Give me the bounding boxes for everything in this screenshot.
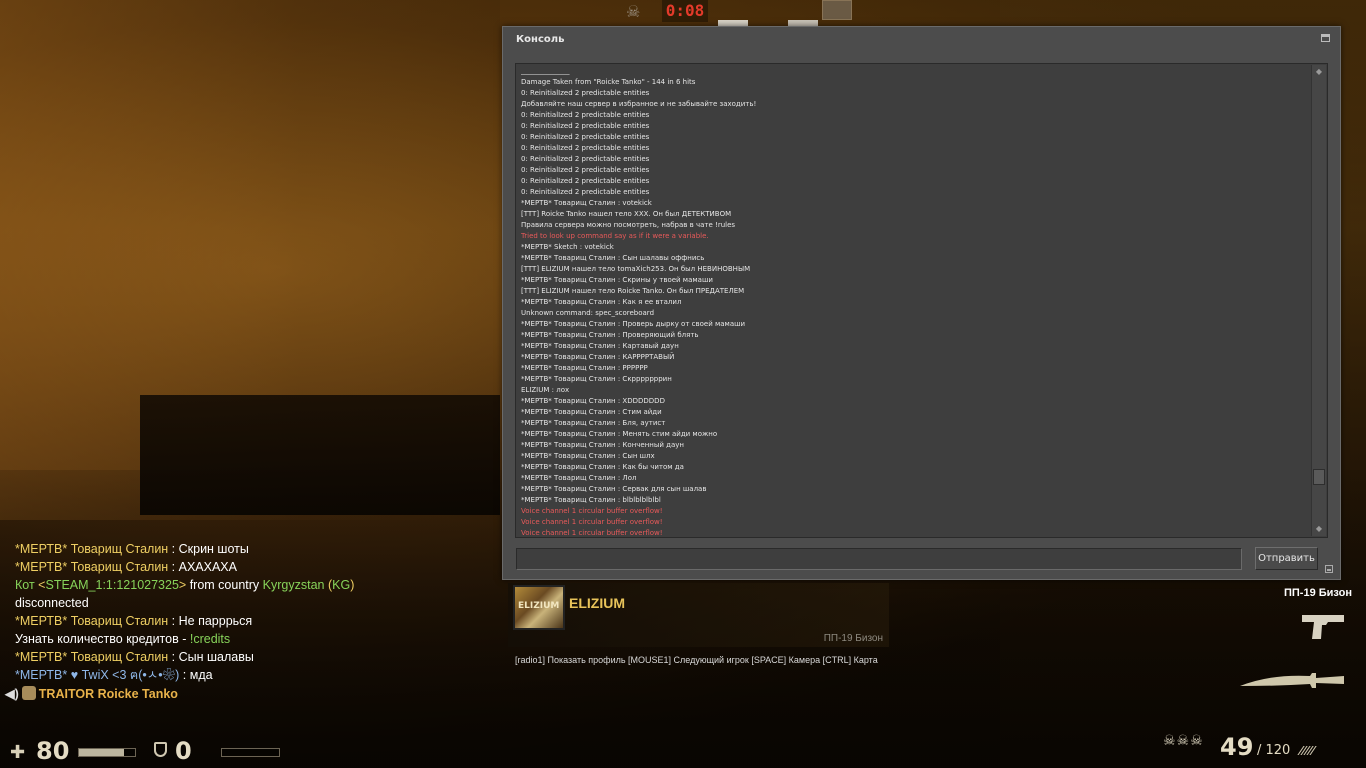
speaker-icon: ◀) <box>5 687 19 701</box>
console-line: ________________ <box>521 67 570 75</box>
kill-skull-icons: ☠☠☠ <box>1163 733 1204 749</box>
health-bar <box>78 748 136 757</box>
armor-bar <box>221 748 280 757</box>
console-line: *МЕРТВ* Товарищ Сталин : Проверь дырку о… <box>521 320 746 328</box>
console-line: *МЕРТВ* Товарищ Сталин : Лол <box>521 474 637 482</box>
voice-speaker-indicator: ◀) TRAITOR Roicke Tanko <box>5 686 178 701</box>
console-line: Voice channel 1 circular buffer overflow… <box>521 529 663 537</box>
console-line: 0: ReinitialIzed 2 predictable entities <box>521 155 650 163</box>
pistol-icon <box>1302 615 1344 639</box>
console-line: *МЕРТВ* Товарищ Сталин : Картавый даун <box>521 342 679 350</box>
console-line: 0: ReinitialIzed 2 predictable entities <box>521 188 650 196</box>
avatar <box>21 686 36 700</box>
chat-message: *МЕРТВ* Товарищ Сталин : Сын шалавы <box>15 650 254 664</box>
console-lines: ________________ Damage Taken from "Roick… <box>521 66 1306 537</box>
spectator-controls-hint: [radio1] Показать профиль [MOUSE1] Следу… <box>515 655 878 665</box>
console-output: ________________ Damage Taken from "Roick… <box>515 63 1328 538</box>
console-line: *МЕРТВ* Товарищ Сталин : Конченный даун <box>521 441 685 449</box>
console-line: *МЕРТВ* Товарищ Сталин : Стим айди <box>521 408 662 416</box>
knife-icon <box>1240 673 1344 688</box>
console-line: *МЕРТВ* Товарищ Сталин : votekick <box>521 199 652 207</box>
submit-button[interactable]: Отправить <box>1255 547 1318 570</box>
console-line: 0: ReinitialIzed 2 predictable entities <box>521 144 650 152</box>
console-line: Правила сервера можно посмотреть, набрав… <box>521 221 736 229</box>
chat-message: *МЕРТВ* ♥ TwiX <3 ฅ(•ㅅ•❀) : мда <box>15 668 213 682</box>
console-line: [TTT] ELIZIUM нашел тело Roicke Tanko. О… <box>521 287 745 295</box>
chat-message: Узнать количество кредитов - !credits <box>15 632 231 646</box>
console-line: 0: ReinitialIzed 2 predictable entities <box>521 111 650 119</box>
console-line: *МЕРТВ* Товарищ Сталин : РРРРРР <box>521 364 648 372</box>
console-line: 0: ReinitialIzed 2 predictable entities <box>521 133 650 141</box>
console-line: *МЕРТВ* Товарищ Сталин : Сервак для сын … <box>521 485 707 493</box>
ammo-reserve: / 120 <box>1257 743 1291 758</box>
scroll-up-icon[interactable]: ◆ <box>1315 68 1323 76</box>
console-line: [TTT] Roicke Tanko нашел тело ХХХ. Он бы… <box>521 210 732 218</box>
avatar: ELIZIUM <box>513 585 565 630</box>
console-line: *МЕРТВ* Товарищ Сталин : Скрррррррин <box>521 375 672 383</box>
armor-value: 0 <box>175 737 192 765</box>
console-line: Tried to look up command say as if it we… <box>521 232 709 240</box>
scroll-thumb[interactable] <box>1313 469 1325 485</box>
chat-message: *МЕРТВ* Товарищ Сталин : Скрин шоты <box>15 542 249 556</box>
console-line: 0: ReinitialIzed 2 predictable entities <box>521 89 650 97</box>
console-line: *МЕРТВ* Товарищ Сталин : Бля, аутист <box>521 419 666 427</box>
health-bar-fill <box>79 749 124 756</box>
console-window: Консоль ________________ Damage Taken fro… <box>502 26 1341 580</box>
avatar <box>822 0 852 20</box>
console-title: Консоль <box>516 34 565 45</box>
console-line: Unknown command: spec_scoreboard <box>521 309 655 317</box>
console-line: *МЕРТВ* Sketch : votekick <box>521 243 614 251</box>
console-line: 0: ReinitialIzed 2 predictable entities <box>521 166 650 174</box>
console-line: *МЕРТВ* Товарищ Сталин : Скрины у твоей … <box>521 276 713 284</box>
chat-message: Кот <STEAM_1:1:121027325> from country K… <box>15 578 355 592</box>
console-scrollbar[interactable]: ◆ ◆ <box>1311 65 1326 536</box>
ammo-clip: 49 <box>1220 733 1254 761</box>
health-value: 80 <box>36 737 70 765</box>
resize-icon[interactable] <box>1325 565 1333 573</box>
chat-message: disconnected <box>15 596 89 610</box>
chat-message: *МЕРТВ* Товарищ Сталин : АХАХАХА <box>15 560 237 574</box>
spectator-target-panel: ELIZIUM ELIZIUM ПП-19 Бизон <box>508 583 889 647</box>
scene-crate <box>140 395 500 515</box>
chat-message: *МЕРТВ* Товарищ Сталин : Не паррpься <box>15 614 253 628</box>
console-line: *МЕРТВ* Товарищ Сталин : Как я ее вталил <box>521 298 682 306</box>
maximize-icon[interactable] <box>1321 34 1330 42</box>
armor-shield-icon <box>154 742 167 757</box>
console-line: *МЕРТВ* Товарищ Сталин : КАРРРРТАВЫЙ <box>521 353 675 361</box>
console-line: ELIZIUM : лох <box>521 386 570 394</box>
spectated-player-name: ELIZIUM <box>569 595 625 611</box>
console-line: [TTT] ELIZIUM нашел тело tomaXich253. Он… <box>521 265 751 273</box>
console-line: Voice channel 1 circular buffer overflow… <box>521 507 663 515</box>
console-line: *МЕРТВ* Товарищ Сталин : Проверяющий бля… <box>521 331 699 339</box>
scroll-down-icon[interactable]: ◆ <box>1315 525 1323 533</box>
console-line: *МЕРТВ* Товарищ Сталин : ХDDDDDDD <box>521 397 665 405</box>
console-line: 0: ReinitialIzed 2 predictable entities <box>521 122 650 130</box>
console-command-input[interactable] <box>516 548 1242 570</box>
health-cross-icon: ✚ <box>10 742 26 763</box>
console-line: Добавляйте наш сервер в избранное и не з… <box>521 100 757 108</box>
console-line: *МЕРТВ* Товарищ Сталин : Как бы читом да <box>521 463 684 471</box>
current-weapon-label: ПП-19 Бизон <box>1283 587 1352 599</box>
console-line: *МЕРТВ* Товарищ Сталин : Сын шалавы оффн… <box>521 254 705 262</box>
console-line: *МЕРТВ* Товарищ Сталин : blblblblblbl <box>521 496 661 504</box>
console-line: *МЕРТВ* Товарищ Сталин : Сын шлх <box>521 452 655 460</box>
console-line: 0: ReinitialIzed 2 predictable entities <box>521 177 650 185</box>
console-line: *МЕРТВ* Товарищ Сталин : Менять стим айд… <box>521 430 718 438</box>
chat-feed: *МЕРТВ* Товарищ Сталин : Скрин шоты *МЕР… <box>15 540 495 684</box>
skull-icon: ☠ <box>626 2 641 21</box>
spectated-weapon: ПП-19 Бизон <box>823 633 883 644</box>
console-line: Voice channel 1 circular buffer overflow… <box>521 518 663 526</box>
console-line: Damage Taken from "Roicke Tanko" - 144 i… <box>521 78 696 86</box>
round-timer: 0:08 <box>662 0 708 22</box>
